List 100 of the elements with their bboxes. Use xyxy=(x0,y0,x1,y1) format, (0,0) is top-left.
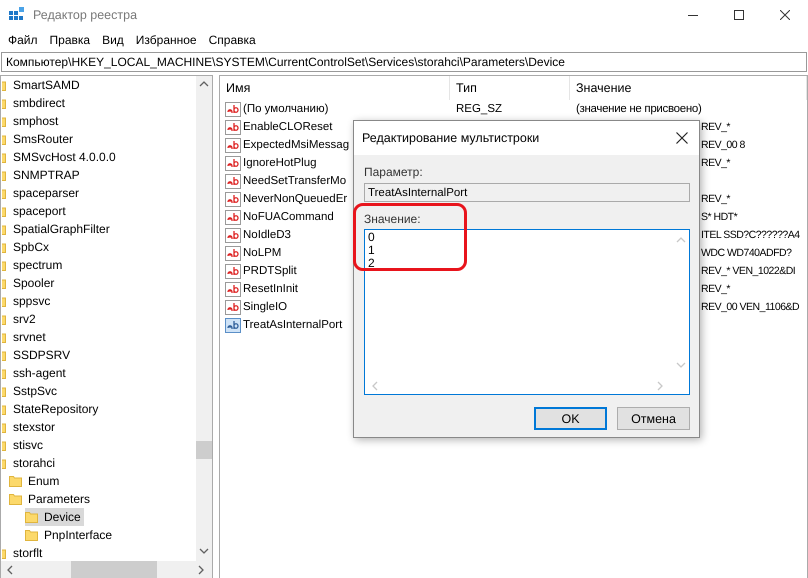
tree-item[interactable]: SmsRouter xyxy=(2,130,76,148)
text-line: 2 xyxy=(368,257,375,270)
string-value-icon xyxy=(225,174,241,188)
folder-icon xyxy=(2,241,6,253)
value-data: REV_* xyxy=(701,121,730,133)
tree-item[interactable]: stisvc xyxy=(2,436,46,454)
folder-icon xyxy=(2,367,6,379)
folder-icon xyxy=(25,529,38,541)
field-label: Параметр: xyxy=(364,165,423,179)
value-type: REG_SZ xyxy=(456,103,502,115)
field-label: Значение: xyxy=(364,212,421,226)
tree-item[interactable]: Parameters xyxy=(9,490,94,508)
string-value-icon xyxy=(225,102,241,116)
value-data: REV_* xyxy=(701,157,730,169)
text-line: 0 xyxy=(368,231,375,244)
tree-item[interactable]: SMSvcHost 4.0.0.0 xyxy=(2,148,119,166)
value-name[interactable]: (По умолчанию) xyxy=(220,102,450,116)
string-value-icon xyxy=(225,120,241,134)
tree-item[interactable]: SmartSAMD xyxy=(2,76,83,94)
tree-item[interactable]: sppsvc xyxy=(2,292,54,310)
folder-icon xyxy=(2,79,6,91)
folder-icon xyxy=(2,187,6,199)
string-value-icon xyxy=(225,282,241,296)
tree-item[interactable]: ssh-agent xyxy=(2,364,69,382)
tree-item[interactable]: SpbCx xyxy=(2,238,52,256)
column-header[interactable]: Тип xyxy=(450,76,570,100)
folder-icon xyxy=(2,547,6,559)
folder-icon xyxy=(2,349,6,361)
folder-icon xyxy=(2,457,6,469)
folder-icon xyxy=(2,385,6,397)
folder-icon xyxy=(2,403,6,415)
string-value-icon xyxy=(225,192,241,206)
menu-item[interactable]: Избранное xyxy=(130,33,203,47)
folder-icon xyxy=(2,259,6,271)
close-icon xyxy=(676,132,688,144)
horizontal-scrollbar[interactable] xyxy=(1,561,212,578)
folder-icon xyxy=(2,331,6,343)
tree-item[interactable]: spaceport xyxy=(2,202,69,220)
string-value-icon xyxy=(225,138,241,152)
tree-item[interactable]: Device xyxy=(25,508,84,526)
tree-item[interactable]: Spooler xyxy=(2,274,58,292)
tree-item[interactable]: StateRepository xyxy=(2,400,102,418)
value-data: REV_* VEN_1022&DI xyxy=(701,265,796,277)
address-field[interactable]: Компьютер\HKEY_LOCAL_MACHINE\SYSTEM\CurrentControlSet\Services\storahci\Parameters\Device xyxy=(1,52,807,72)
tree-item[interactable]: smbdirect xyxy=(2,94,68,112)
tree-item[interactable]: smphost xyxy=(2,112,62,130)
folder-icon xyxy=(2,151,6,163)
dialog-title: Редактирование мультистроки xyxy=(362,131,540,145)
folder-icon xyxy=(2,421,6,433)
tree-item[interactable]: SpatialGraphFilter xyxy=(2,220,113,238)
folder-icon xyxy=(9,475,22,487)
maximize-icon xyxy=(734,10,744,20)
tree-item[interactable]: SSDPSRV xyxy=(2,346,74,364)
value-data: WDC WD740ADFD? xyxy=(701,247,792,259)
scrollbar-thumb[interactable] xyxy=(71,561,157,578)
string-value-icon xyxy=(225,318,241,332)
cancel-button[interactable]: Отмена xyxy=(617,407,690,430)
value-data: REV_* xyxy=(701,193,730,205)
value-data: S* HDT* xyxy=(701,211,738,223)
vertical-scrollbar[interactable] xyxy=(196,76,212,561)
folder-icon xyxy=(25,511,38,523)
tree-item[interactable]: SNMPTRAP xyxy=(2,166,83,184)
folder-icon xyxy=(2,115,6,127)
tree-item[interactable]: PnpInterface xyxy=(25,526,116,544)
tree-item[interactable]: srvnet xyxy=(2,328,49,346)
folder-icon xyxy=(2,205,6,217)
folder-icon xyxy=(2,277,6,289)
string-value-icon xyxy=(225,246,241,260)
app-icon xyxy=(9,7,25,23)
folder-icon xyxy=(9,493,22,505)
tree-item[interactable]: spaceparser xyxy=(2,184,82,202)
string-value-icon xyxy=(225,228,241,242)
menu-item[interactable]: Вид xyxy=(96,33,130,47)
column-header[interactable]: Значение xyxy=(570,76,807,100)
menu-item[interactable]: Справка xyxy=(202,33,262,47)
folder-icon xyxy=(2,133,6,145)
tree-item[interactable]: stexstor xyxy=(2,418,58,436)
close-icon xyxy=(780,10,790,20)
menu-item[interactable]: Файл xyxy=(2,33,44,47)
tree-item[interactable]: Enum xyxy=(9,472,62,490)
scrollbar-thumb[interactable] xyxy=(196,441,212,459)
value-data: REV_00 VEN_1106&D xyxy=(701,301,800,313)
tree-item[interactable]: storflt xyxy=(2,544,46,561)
string-value-icon xyxy=(225,264,241,278)
column-header[interactable]: Имя xyxy=(220,76,450,100)
tree-item[interactable]: SstpSvc xyxy=(2,382,60,400)
folder-icon xyxy=(2,313,6,325)
menu-item[interactable]: Правка xyxy=(44,33,96,47)
string-value-icon xyxy=(225,156,241,170)
value-data: REV_* xyxy=(701,283,730,295)
tree-item[interactable]: srv2 xyxy=(2,310,39,328)
string-value-icon xyxy=(225,210,241,224)
text-line: 1 xyxy=(368,244,375,257)
ok-button[interactable]: OK xyxy=(534,407,607,430)
tree-item[interactable]: spectrum xyxy=(2,256,66,274)
string-value-icon xyxy=(225,300,241,314)
window-title: Редактор реестра xyxy=(33,8,138,22)
tree-item[interactable]: storahci xyxy=(2,454,58,472)
folder-icon xyxy=(2,223,6,235)
folder-icon xyxy=(2,439,6,451)
